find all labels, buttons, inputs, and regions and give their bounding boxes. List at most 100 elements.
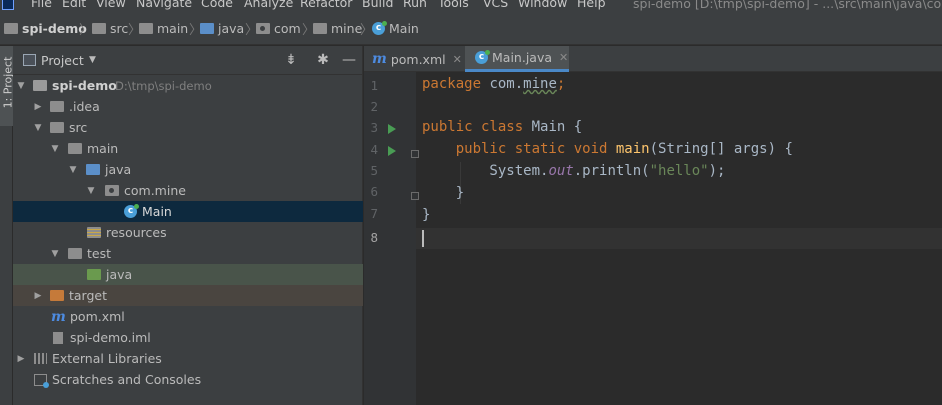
code-token: System. xyxy=(422,163,549,179)
expand-arrow-icon[interactable]: ▶ xyxy=(33,102,43,112)
intellij-app-icon[interactable] xyxy=(2,0,14,10)
run-main-icon[interactable] xyxy=(388,146,396,156)
menu-view[interactable]: View xyxy=(96,0,126,10)
tab-pom-xml[interactable]: m pom.xml ✕ xyxy=(364,46,464,72)
hide-panel-icon[interactable]: — xyxy=(341,46,357,75)
close-icon[interactable]: ✕ xyxy=(559,51,568,64)
code-line-7: } xyxy=(422,205,430,226)
iml-file-icon xyxy=(53,331,63,344)
dropdown-caret-icon[interactable]: ▼ xyxy=(89,46,96,75)
code-token: out xyxy=(548,163,574,179)
project-folder-icon xyxy=(4,23,18,34)
tree-item-pom[interactable]: m pom.xml xyxy=(13,306,363,327)
menu-file[interactable]: File xyxy=(31,0,52,10)
line-number: 3 xyxy=(370,120,378,135)
menu-window[interactable]: Window xyxy=(518,0,567,10)
expand-arrow-icon[interactable]: ▶ xyxy=(33,291,43,301)
fold-icon[interactable] xyxy=(411,192,419,200)
source-folder-icon xyxy=(200,23,214,34)
code-token: com. xyxy=(481,76,524,92)
expand-arrow-icon[interactable]: ▼ xyxy=(68,165,78,175)
tree-item-java[interactable]: ▼ java xyxy=(13,159,363,180)
code-line-3: public class Main { xyxy=(422,117,582,138)
breadcrumb-java[interactable]: java xyxy=(200,12,244,45)
menu-run[interactable]: Run xyxy=(403,0,427,10)
project-panel: Project ▼ ⇟ ✱ — ▼ spi-demo D:\tmp\spi-de… xyxy=(13,46,363,405)
text-caret xyxy=(422,230,424,247)
breadcrumb-label: spi-demo xyxy=(22,21,87,36)
breadcrumb-src[interactable]: src xyxy=(92,12,128,45)
folder-icon xyxy=(313,23,327,34)
fold-icon[interactable] xyxy=(411,150,419,158)
folder-icon xyxy=(50,122,64,133)
tab-main-java[interactable]: c Main.java ✕ xyxy=(465,46,569,72)
tree-item-label: External Libraries xyxy=(52,351,162,366)
tree-item-label: resources xyxy=(106,225,167,240)
expand-arrow-icon[interactable]: ▼ xyxy=(86,186,96,196)
expand-arrow-icon[interactable]: ▼ xyxy=(16,81,26,91)
code-token: mine xyxy=(523,76,557,92)
tree-item-com-mine[interactable]: ▼ com.mine xyxy=(13,180,363,201)
line-number: 4 xyxy=(370,142,378,157)
code-line-4: public static void main(String[] args) { xyxy=(422,139,793,160)
breadcrumb-main[interactable]: main xyxy=(139,12,188,45)
tree-item-label: main xyxy=(87,141,119,156)
tree-item-iml[interactable]: spi-demo.iml xyxy=(13,327,363,348)
menu-help[interactable]: Help xyxy=(577,0,606,10)
tree-item-label: pom.xml xyxy=(70,309,125,324)
close-icon[interactable]: ✕ xyxy=(453,53,462,66)
tree-item-label: java xyxy=(105,162,132,177)
tree-item-scratches[interactable]: Scratches and Consoles xyxy=(13,369,363,390)
tab-project-tool-window[interactable]: 1: Project xyxy=(0,46,15,126)
expand-arrow-icon[interactable]: ▼ xyxy=(50,249,60,259)
menu-vcs[interactable]: VCS xyxy=(483,0,508,10)
expand-arrow-icon[interactable]: ▶ xyxy=(16,354,26,364)
package-icon xyxy=(105,185,119,196)
menu-edit[interactable]: Edit xyxy=(62,0,86,10)
line-number: 7 xyxy=(370,206,378,221)
tree-item-spi-demo[interactable]: ▼ spi-demo D:\tmp\spi-demo xyxy=(13,75,363,96)
menu-analyze[interactable]: Analyze xyxy=(244,0,293,10)
module-folder-icon xyxy=(33,80,47,91)
gear-icon[interactable]: ✱ xyxy=(315,46,331,75)
package-icon xyxy=(256,23,270,34)
maven-icon: m xyxy=(51,308,66,325)
folder-icon xyxy=(68,248,82,259)
project-view-selector[interactable]: Project xyxy=(41,46,84,75)
tree-item-main[interactable]: ▼ main xyxy=(13,138,363,159)
menu-build[interactable]: Build xyxy=(362,0,393,10)
code-line-1: package com.mine; xyxy=(422,74,565,95)
breadcrumb-project[interactable]: spi-demo xyxy=(4,12,87,45)
resources-folder-icon xyxy=(87,227,101,238)
tree-item-label: spi-demo.iml xyxy=(70,330,151,345)
project-panel-header: Project ▼ ⇟ ✱ — xyxy=(13,46,363,75)
expand-arrow-icon[interactable]: ▼ xyxy=(50,144,60,154)
tree-item-label: target xyxy=(69,288,108,303)
tree-item-target[interactable]: ▶ target xyxy=(13,285,363,306)
chevron-right-icon: 〉 xyxy=(79,23,93,38)
menu-code[interactable]: Code xyxy=(201,0,233,10)
expand-arrow-icon[interactable]: ▼ xyxy=(33,123,43,133)
tree-item-idea[interactable]: ▶ .idea xyxy=(13,96,363,117)
tree-item-label: .idea xyxy=(69,99,100,114)
tree-item-test-java[interactable]: java xyxy=(13,264,363,285)
tree-item-external-libraries[interactable]: ▶ External Libraries xyxy=(13,348,363,369)
collapse-all-icon[interactable]: ⇟ xyxy=(283,46,299,75)
code-token: ); xyxy=(708,163,726,179)
tree-item-test[interactable]: ▼ test xyxy=(13,243,363,264)
menu-refactor[interactable]: Refactor xyxy=(300,0,352,10)
breadcrumb-mine[interactable]: mine xyxy=(313,12,362,45)
run-class-icon[interactable] xyxy=(388,124,396,134)
tab-label: pom.xml xyxy=(390,51,446,67)
tree-item-resources[interactable]: resources xyxy=(13,222,363,243)
menu-navigate[interactable]: Navigate xyxy=(136,0,192,10)
tree-item-main-class[interactable]: c Main xyxy=(13,201,363,222)
breadcrumb-main-class[interactable]: c Main xyxy=(372,12,419,45)
menu-tools[interactable]: Tools xyxy=(438,0,469,10)
current-line-highlight xyxy=(416,228,942,249)
line-number: 2 xyxy=(370,99,378,114)
breadcrumb-label: mine xyxy=(331,21,363,36)
tree-item-src[interactable]: ▼ src xyxy=(13,117,363,138)
breadcrumb-com[interactable]: com xyxy=(256,12,301,45)
excluded-folder-icon xyxy=(50,290,64,301)
